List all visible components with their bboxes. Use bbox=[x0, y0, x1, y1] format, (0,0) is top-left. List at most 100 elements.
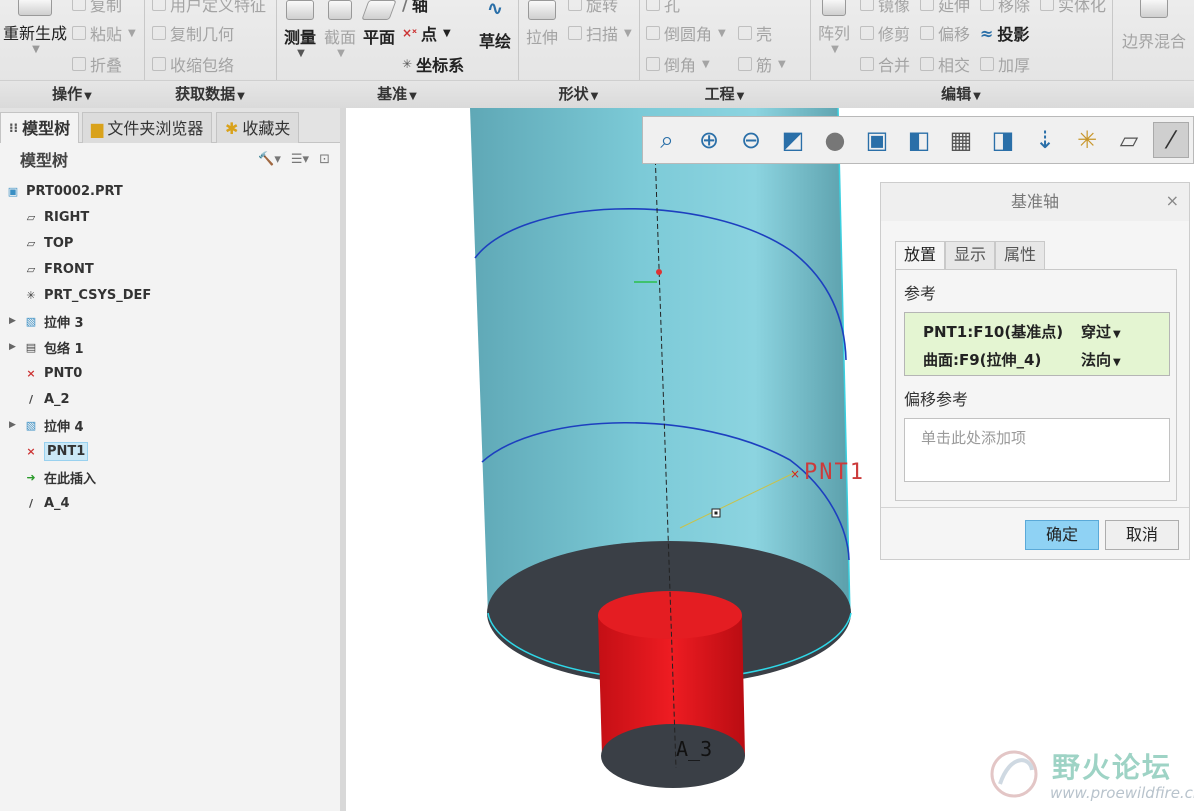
chamfer-button[interactable]: 倒角 ▼ bbox=[646, 52, 710, 76]
offset-references-list[interactable]: 单击此处添加项 bbox=[904, 418, 1170, 482]
close-icon[interactable]: × bbox=[1166, 191, 1179, 210]
expand-arrow-icon[interactable]: ▶ bbox=[9, 342, 16, 352]
model-tree-panel: ⁝⁝ 模型树 ▆ 文件夹浏览器 ✱ 收藏夹 模型树 🔨▾ ☰▾ ⊡ ▣ PRT0002.… bbox=[0, 108, 344, 811]
rib-button[interactable]: 筋 ▼ bbox=[738, 52, 786, 76]
hole-button[interactable]: 孔 bbox=[646, 0, 680, 16]
tab-properties[interactable]: 属性 bbox=[995, 241, 1046, 269]
regenerate-button[interactable]: 重新生成 ▼ bbox=[0, 0, 70, 55]
paste-button[interactable]: 粘贴 ▼ bbox=[72, 21, 136, 45]
tree-item[interactable]: ▶ ▧ 拉伸 3 bbox=[0, 308, 340, 334]
mirror-button[interactable]: 镜像 bbox=[860, 0, 910, 16]
group-editing[interactable]: 编辑 ▼ bbox=[810, 82, 1112, 106]
boss-end-face[interactable] bbox=[601, 724, 745, 788]
repaint-icon[interactable]: ◩ bbox=[775, 122, 811, 158]
panel-tabs: ⁝⁝ 模型树 ▆ 文件夹浏览器 ✱ 收藏夹 bbox=[0, 108, 344, 143]
zoom-out-icon[interactable]: ⊖ bbox=[733, 122, 769, 158]
perspective-icon[interactable]: ▦ bbox=[943, 122, 979, 158]
copy-geometry-button[interactable]: 复制几何 bbox=[152, 21, 234, 45]
offset-button[interactable]: 偏移 bbox=[920, 21, 970, 45]
reference-item-1[interactable]: PNT1:F10(基准点) bbox=[923, 321, 1063, 342]
datum-display-icon[interactable]: ✳ bbox=[1069, 122, 1105, 158]
ok-button[interactable]: 确定 bbox=[1025, 520, 1099, 550]
shrinkwrap-button[interactable]: 收缩包络 bbox=[152, 52, 234, 76]
section-view-icon[interactable]: ◨ bbox=[985, 122, 1021, 158]
tree-columns-icon[interactable]: ☰▾ bbox=[291, 152, 309, 167]
axis-display-icon[interactable]: ⁄ bbox=[1153, 122, 1189, 158]
group-datum[interactable]: 基准 ▼ bbox=[276, 82, 518, 106]
sweep-button[interactable]: 扫描 ▼ bbox=[568, 21, 632, 45]
group-shapes[interactable]: 形状 ▼ bbox=[518, 82, 639, 106]
group-get-data[interactable]: 获取数据 ▼ bbox=[144, 82, 276, 106]
tree-item-label: 拉伸 4 bbox=[44, 419, 84, 435]
tree-item[interactable]: ✳ PRT_CSYS_DEF bbox=[0, 282, 340, 308]
sketch-button[interactable]: ∿ 草绘 bbox=[476, 0, 514, 52]
tree-settings-icon[interactable]: 🔨▾ bbox=[258, 152, 281, 167]
folder-icon: ▆ bbox=[91, 118, 104, 138]
extend-button[interactable]: 延伸 bbox=[920, 0, 970, 16]
trim-icon bbox=[860, 26, 874, 40]
trim-button[interactable]: 修剪 bbox=[860, 21, 910, 45]
reference-type-2[interactable]: 法向 ▼ bbox=[1081, 349, 1121, 370]
copy-button[interactable]: 复制 bbox=[72, 0, 122, 16]
chamfer-icon bbox=[646, 57, 660, 71]
tab-favorites[interactable]: ✱ 收藏夹 bbox=[216, 112, 300, 143]
display-style-icon[interactable]: ● bbox=[817, 122, 853, 158]
axis-button[interactable]: / 轴 bbox=[402, 0, 428, 16]
shell-button[interactable]: 壳 bbox=[738, 21, 772, 45]
tree-item[interactable]: ▣ PRT0002.PRT bbox=[0, 178, 340, 204]
tree-item[interactable]: ▶ ▧ 拉伸 4 bbox=[0, 412, 340, 438]
tree-item[interactable]: ▶ ▤ 包络 1 bbox=[0, 334, 340, 360]
tab-placement[interactable]: 放置 bbox=[895, 241, 946, 269]
tab-model-tree[interactable]: ⁝⁝ 模型树 bbox=[0, 112, 80, 143]
group-operations[interactable]: 操作 ▼ bbox=[0, 82, 144, 106]
merge-button[interactable]: 合并 bbox=[860, 52, 910, 76]
refit-icon[interactable]: ⌕ bbox=[649, 122, 685, 158]
tree-item[interactable]: × PNT1 bbox=[0, 438, 340, 464]
round-icon bbox=[646, 26, 660, 40]
tree-item[interactable]: × PNT0 bbox=[0, 360, 340, 386]
reference-item-2[interactable]: 曲面:F9(拉伸_4) bbox=[923, 349, 1041, 370]
tree-filter-icon[interactable]: ⊡ bbox=[319, 152, 330, 167]
thicken-button[interactable]: 加厚 bbox=[980, 52, 1030, 76]
tab-display[interactable]: 显示 bbox=[945, 241, 996, 269]
tree-item[interactable]: / A_2 bbox=[0, 386, 340, 412]
view-manager-icon[interactable]: ◧ bbox=[901, 122, 937, 158]
measure-button[interactable]: 测量 ▼ bbox=[280, 0, 320, 59]
fold-button[interactable]: 折叠 bbox=[72, 52, 122, 76]
csys-button[interactable]: ✳ 坐标系 bbox=[402, 52, 464, 76]
model-tree-icon: ⁝⁝ bbox=[9, 120, 19, 135]
saved-orientations-icon[interactable]: ▣ bbox=[859, 122, 895, 158]
tree-item-label: RIGHT bbox=[44, 209, 90, 225]
udf-button[interactable]: 用户定义特征 bbox=[152, 0, 266, 16]
boundary-blend-button[interactable]: 边界混合 bbox=[1118, 0, 1190, 52]
solidify-button[interactable]: 实体化 bbox=[1040, 0, 1106, 16]
tree-item-label: PRT_CSYS_DEF bbox=[44, 287, 152, 303]
remove-button[interactable]: 移除 bbox=[980, 0, 1030, 16]
cylinder-body[interactable] bbox=[470, 108, 850, 616]
expand-arrow-icon[interactable]: ▶ bbox=[9, 420, 16, 430]
revolve-button[interactable]: 旋转 bbox=[568, 0, 618, 16]
cancel-button[interactable]: 取消 bbox=[1105, 520, 1179, 550]
plane-button[interactable]: 平面 bbox=[360, 0, 398, 48]
tree-item[interactable]: ▱ TOP bbox=[0, 230, 340, 256]
tree-item[interactable]: ▱ RIGHT bbox=[0, 204, 340, 230]
section-button[interactable]: 截面 ▼ bbox=[322, 0, 358, 59]
group-engineering[interactable]: 工程 ▼ bbox=[639, 82, 810, 106]
view-toolbar: ⌕ ⊕ ⊖ ◩ ● ▣ ◧ ▦ ◨ ⇣ ✳ ▱ ⁄ bbox=[642, 116, 1194, 164]
tree-item[interactable]: ▱ FRONT bbox=[0, 256, 340, 282]
extrude-button[interactable]: 拉伸 bbox=[522, 0, 562, 48]
round-button[interactable]: 倒圆角 ▼ bbox=[646, 21, 726, 45]
zoom-in-icon[interactable]: ⊕ bbox=[691, 122, 727, 158]
pattern-button[interactable]: 阵列 ▼ bbox=[814, 0, 854, 55]
tab-folder-browser[interactable]: ▆ 文件夹浏览器 bbox=[82, 112, 213, 143]
project-button[interactable]: ≈ 投影 bbox=[980, 21, 1029, 45]
expand-arrow-icon[interactable]: ▶ bbox=[9, 316, 16, 326]
intersect-button[interactable]: 相交 bbox=[920, 52, 970, 76]
tree-item[interactable]: ➜ 在此插入 bbox=[0, 464, 340, 490]
reference-type-1[interactable]: 穿过 ▼ bbox=[1081, 321, 1121, 342]
references-list[interactable]: PNT1:F10(基准点) 穿过 ▼ 曲面:F9(拉伸_4) 法向 ▼ bbox=[904, 312, 1170, 376]
tree-item[interactable]: / A_4 bbox=[0, 490, 340, 516]
point-button[interactable]: ×ˣ 点 ▼ bbox=[402, 21, 451, 45]
plane-display-icon[interactable]: ▱ bbox=[1111, 122, 1147, 158]
annotation-display-icon[interactable]: ⇣ bbox=[1027, 122, 1063, 158]
